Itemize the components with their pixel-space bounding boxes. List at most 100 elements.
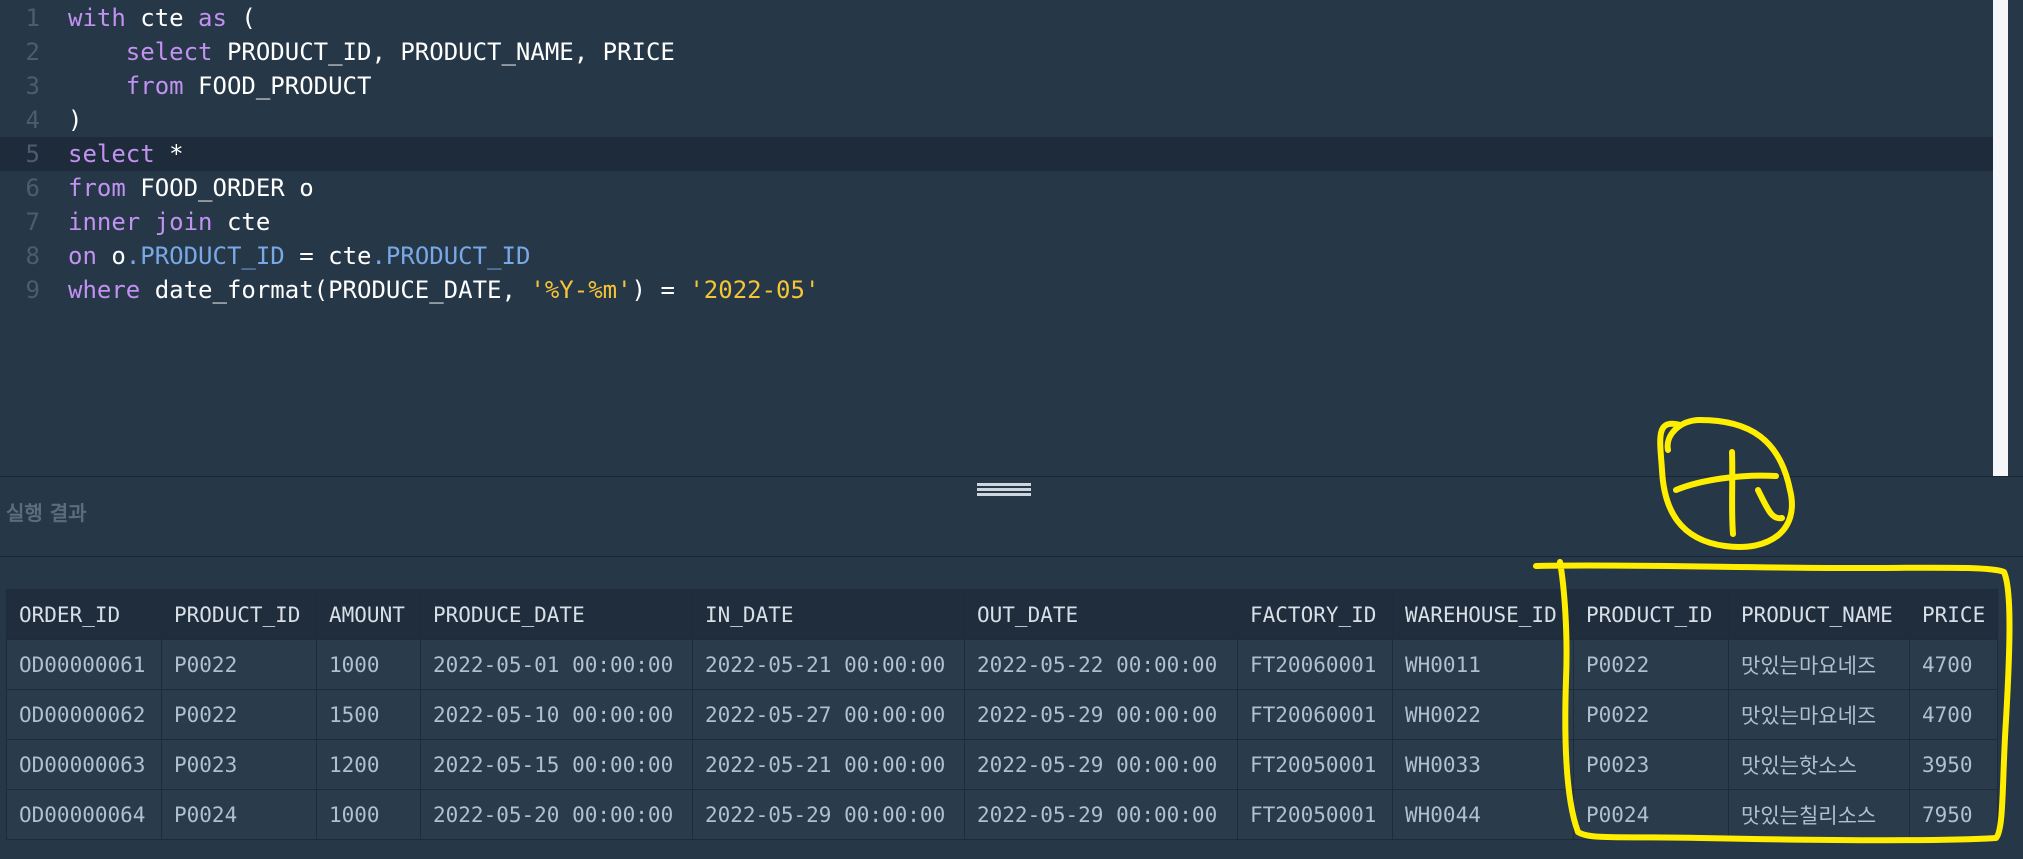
column-header: WAREHOUSE_ID bbox=[1392, 589, 1574, 640]
table-row: OD00000064 P0024 1000 2022-05-20 00:00:00 20… bbox=[6, 789, 1998, 840]
code-line[interactable]: 9 where date_format(PRODUCE_DATE, '%Y-%m'… bbox=[0, 273, 2008, 307]
table-cell: OD00000062 bbox=[6, 689, 162, 740]
table-cell: FT20050001 bbox=[1237, 789, 1393, 840]
table-cell: P0022 bbox=[1573, 689, 1729, 740]
column-header: PRODUCE_DATE bbox=[420, 589, 693, 640]
table-row: OD00000061 P0022 1000 2022-05-01 00:00:00 20… bbox=[6, 639, 1998, 690]
table-cell: 2022-05-29 00:00:00 bbox=[964, 739, 1238, 790]
code-token: on bbox=[68, 242, 97, 270]
column-header: OUT_DATE bbox=[964, 589, 1238, 640]
code-line[interactable]: 4) bbox=[0, 103, 2008, 137]
table-cell: OD00000064 bbox=[6, 789, 162, 840]
line-number: 9 bbox=[25, 276, 40, 304]
code-token: date_format(PRODUCE_DATE, bbox=[140, 276, 531, 304]
table-cell: 2022-05-29 00:00:00 bbox=[964, 789, 1238, 840]
table-cell: P0022 bbox=[161, 689, 317, 740]
code-token: = cte bbox=[284, 242, 372, 270]
code-token: cte bbox=[125, 4, 199, 32]
code-token: join bbox=[154, 208, 213, 236]
table-header-row: ORDER_ID PRODUCT_ID AMOUNT PRODUCE_DATE IN_D… bbox=[6, 589, 1998, 640]
column-header: PRICE bbox=[1909, 589, 1998, 640]
code-token: inner bbox=[68, 208, 141, 236]
code-token: '2022-05' bbox=[689, 276, 820, 304]
line-number: 2 bbox=[25, 38, 40, 66]
result-divider bbox=[0, 556, 2023, 557]
resize-handle-icon[interactable] bbox=[977, 483, 1031, 497]
code-text: with cte as ( bbox=[68, 1, 256, 35]
table-cell: FT20060001 bbox=[1237, 689, 1393, 740]
table-cell: WH0033 bbox=[1392, 739, 1574, 790]
code-token: select bbox=[68, 140, 155, 168]
line-number: 3 bbox=[25, 72, 40, 100]
table-cell: 1200 bbox=[316, 739, 421, 790]
table-cell: 2022-05-01 00:00:00 bbox=[420, 639, 693, 690]
line-number: 4 bbox=[25, 106, 40, 134]
code-token: with bbox=[68, 4, 126, 32]
table-cell: P0024 bbox=[161, 789, 317, 840]
code-text: ) bbox=[68, 103, 82, 137]
table-cell: 2022-05-20 00:00:00 bbox=[420, 789, 693, 840]
table-cell: FT20060001 bbox=[1237, 639, 1393, 690]
table-body: OD00000061 P0022 1000 2022-05-01 00:00:00 20… bbox=[6, 639, 1998, 840]
table-cell: 2022-05-15 00:00:00 bbox=[420, 739, 693, 790]
code-line[interactable]: 2 select PRODUCT_ID, PRODUCT_NAME, PRICE bbox=[0, 35, 2008, 69]
column-header: ORDER_ID bbox=[6, 589, 162, 640]
table-row: OD00000062 P0022 1500 2022-05-10 00:00:00 20… bbox=[6, 689, 1998, 740]
table-cell: P0022 bbox=[1573, 639, 1729, 690]
table-cell: 1500 bbox=[316, 689, 421, 740]
code-token: * bbox=[154, 140, 184, 168]
code-text: select PRODUCT_ID, PRODUCT_NAME, PRICE bbox=[68, 35, 675, 69]
code-token: '%Y-%m' bbox=[530, 276, 632, 304]
editor-scrollbar[interactable] bbox=[1993, 0, 2008, 476]
code-token: FOOD_ORDER o bbox=[125, 174, 314, 202]
table-cell: 2022-05-29 00:00:00 bbox=[692, 789, 965, 840]
line-number: 8 bbox=[25, 242, 40, 270]
code-line[interactable]: 6 from FOOD_ORDER o bbox=[0, 171, 2008, 205]
code-token: FOOD_PRODUCT bbox=[183, 72, 372, 100]
code-token: .PRODUCT_ID bbox=[125, 242, 285, 270]
code-text: select * bbox=[68, 137, 184, 171]
line-number: 6 bbox=[25, 174, 40, 202]
column-header: FACTORY_ID bbox=[1237, 589, 1393, 640]
column-header: PRODUCT_NAME bbox=[1728, 589, 1910, 640]
code-token: from bbox=[125, 72, 184, 100]
code-token: ) bbox=[68, 106, 83, 134]
table-cell: WH0044 bbox=[1392, 789, 1574, 840]
table-cell: 맛있는마요네즈 bbox=[1728, 689, 1910, 740]
code-text: where date_format(PRODUCE_DATE, '%Y-%m')… bbox=[68, 273, 819, 307]
code-editor[interactable]: 1 with cte as (2 select PRODUCT_ID, PRODU… bbox=[0, 0, 2008, 476]
code-line[interactable]: 5 select * bbox=[0, 137, 2008, 171]
result-table: ORDER_ID PRODUCT_ID AMOUNT PRODUCE_DATE IN_D… bbox=[6, 589, 1998, 840]
code-token: from bbox=[68, 174, 126, 202]
table-cell: 2022-05-27 00:00:00 bbox=[692, 689, 965, 740]
table-cell: 2022-05-29 00:00:00 bbox=[964, 689, 1238, 740]
code-line[interactable]: 8 on o.PRODUCT_ID = cte.PRODUCT_ID bbox=[0, 239, 2008, 273]
line-number: 5 bbox=[25, 140, 40, 168]
table-cell: 4700 bbox=[1909, 689, 1998, 740]
annotation-plus-horizontal bbox=[1673, 472, 1779, 493]
code-line[interactable]: 7 inner join cte bbox=[0, 205, 2008, 239]
code-text: from FOOD_ORDER o bbox=[68, 171, 314, 205]
table-cell: 2022-05-21 00:00:00 bbox=[692, 639, 965, 690]
table-cell: 2022-05-21 00:00:00 bbox=[692, 739, 965, 790]
column-header: PRODUCT_ID bbox=[1573, 589, 1729, 640]
code-token: select bbox=[125, 38, 213, 66]
table-cell: WH0011 bbox=[1392, 639, 1574, 690]
code-token: as bbox=[198, 4, 227, 32]
code-line[interactable]: 1 with cte as ( bbox=[0, 1, 2008, 35]
code-token: cte bbox=[212, 208, 271, 236]
line-number: 1 bbox=[25, 4, 40, 32]
table-cell: 2022-05-10 00:00:00 bbox=[420, 689, 693, 740]
table-cell: OD00000061 bbox=[6, 639, 162, 690]
code-line[interactable]: 3 from FOOD_PRODUCT bbox=[0, 69, 2008, 103]
table-cell: P0022 bbox=[161, 639, 317, 690]
table-cell: P0023 bbox=[161, 739, 317, 790]
table-cell: 1000 bbox=[316, 789, 421, 840]
table-cell: 2022-05-22 00:00:00 bbox=[964, 639, 1238, 690]
table-cell: 1000 bbox=[316, 639, 421, 690]
code-token: where bbox=[68, 276, 141, 304]
panel-divider bbox=[0, 476, 2023, 477]
